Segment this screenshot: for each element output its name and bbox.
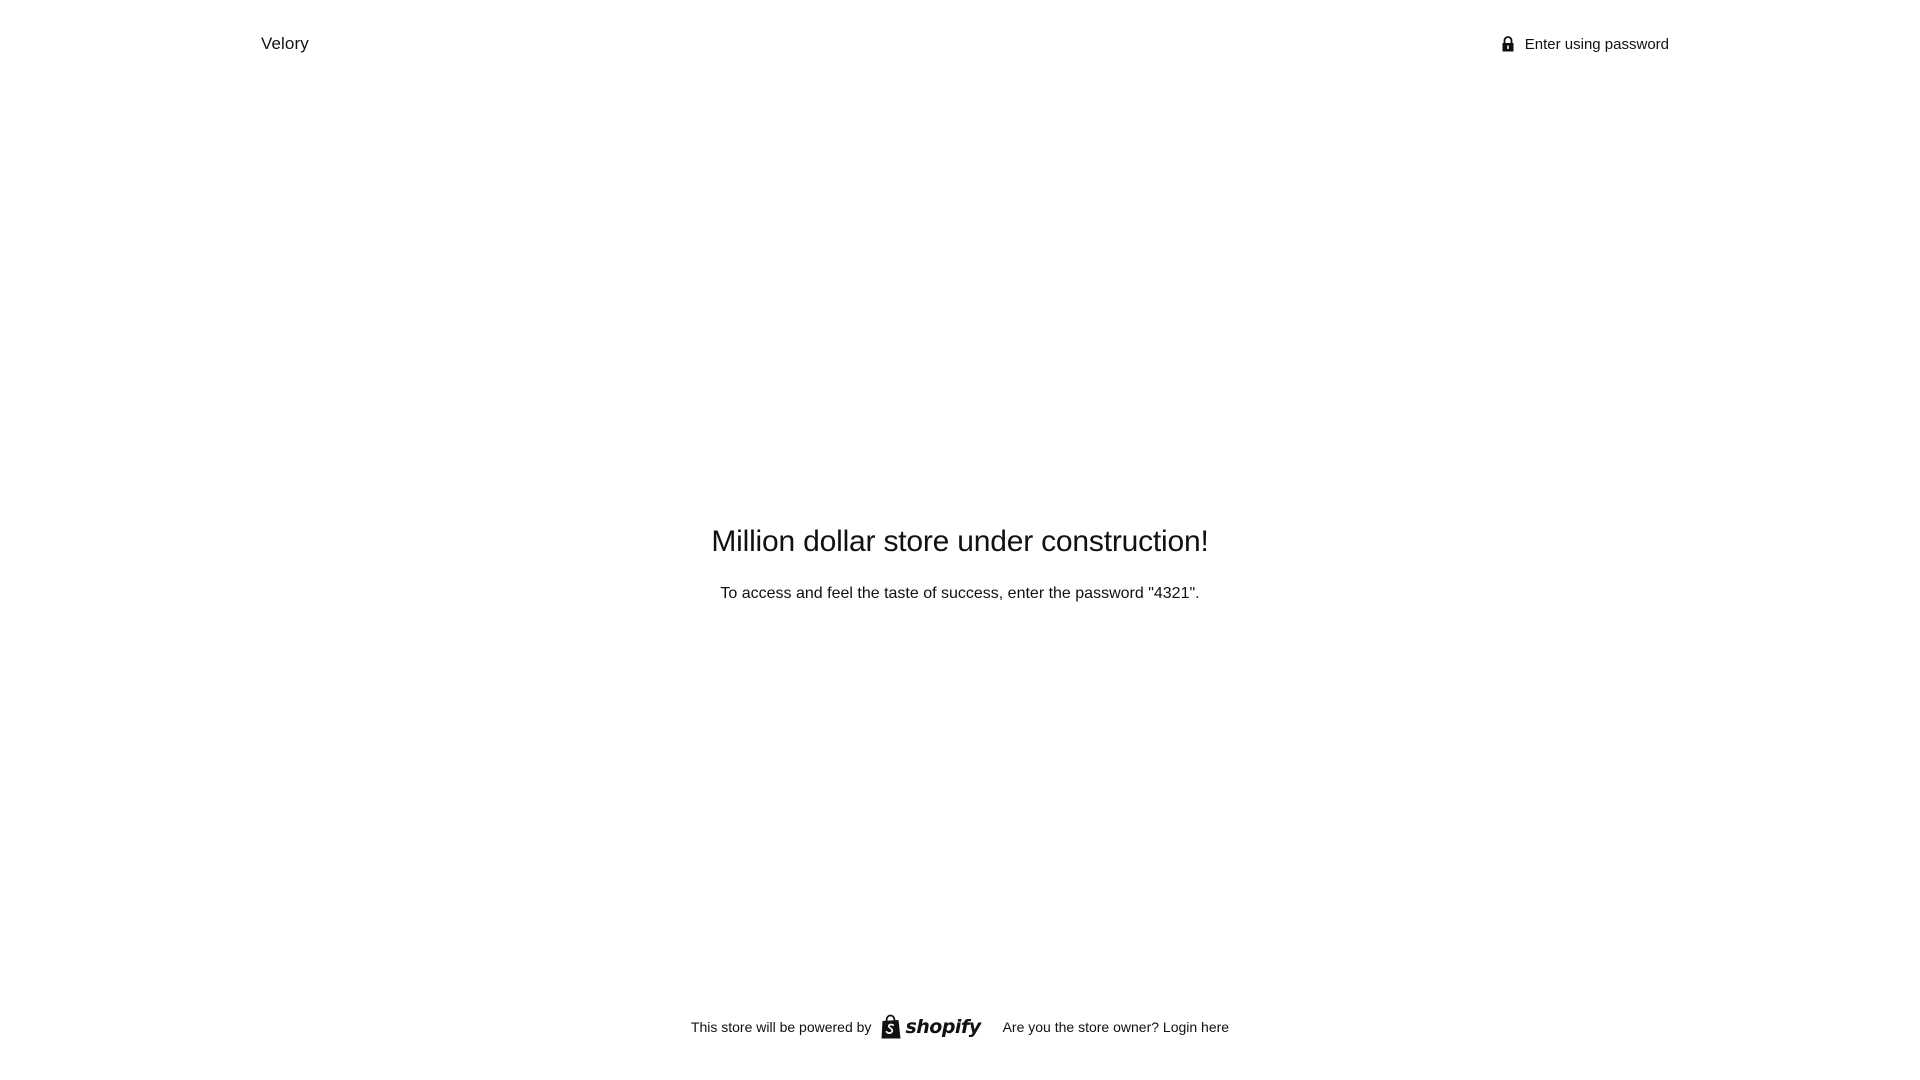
shopify-bag-icon [881,1014,901,1039]
powered-by-text: This store will be powered by [690,1019,872,1035]
page-headline: Million dollar store under construction! [711,525,1209,558]
main-content: Million dollar store under construction!… [0,525,1920,603]
store-owner-login: Are you the store owner? Login here [1003,1019,1229,1035]
site-footer: This store will be powered by shopify Ar… [0,1014,1920,1040]
shopify-logo-link[interactable]: shopify [880,1014,981,1040]
enter-using-password-label: Enter using password [1524,35,1669,53]
shopify-wordmark: shopify [905,1016,981,1038]
site-header: Velory Enter using password [261,30,1669,58]
password-page: Velory Enter using password Million doll… [0,0,1920,1080]
enter-using-password-button[interactable]: Enter using password [1501,35,1669,53]
lock-icon [1502,36,1514,52]
password-hint-text: To access and feel the taste of success,… [720,585,1200,602]
store-brand-link[interactable]: Velory [261,34,309,54]
login-here-link[interactable]: Login here [1163,1019,1229,1035]
powered-by: This store will be powered by shopify [691,1014,981,1040]
owner-question-text: Are you the store owner? [1002,1019,1160,1035]
